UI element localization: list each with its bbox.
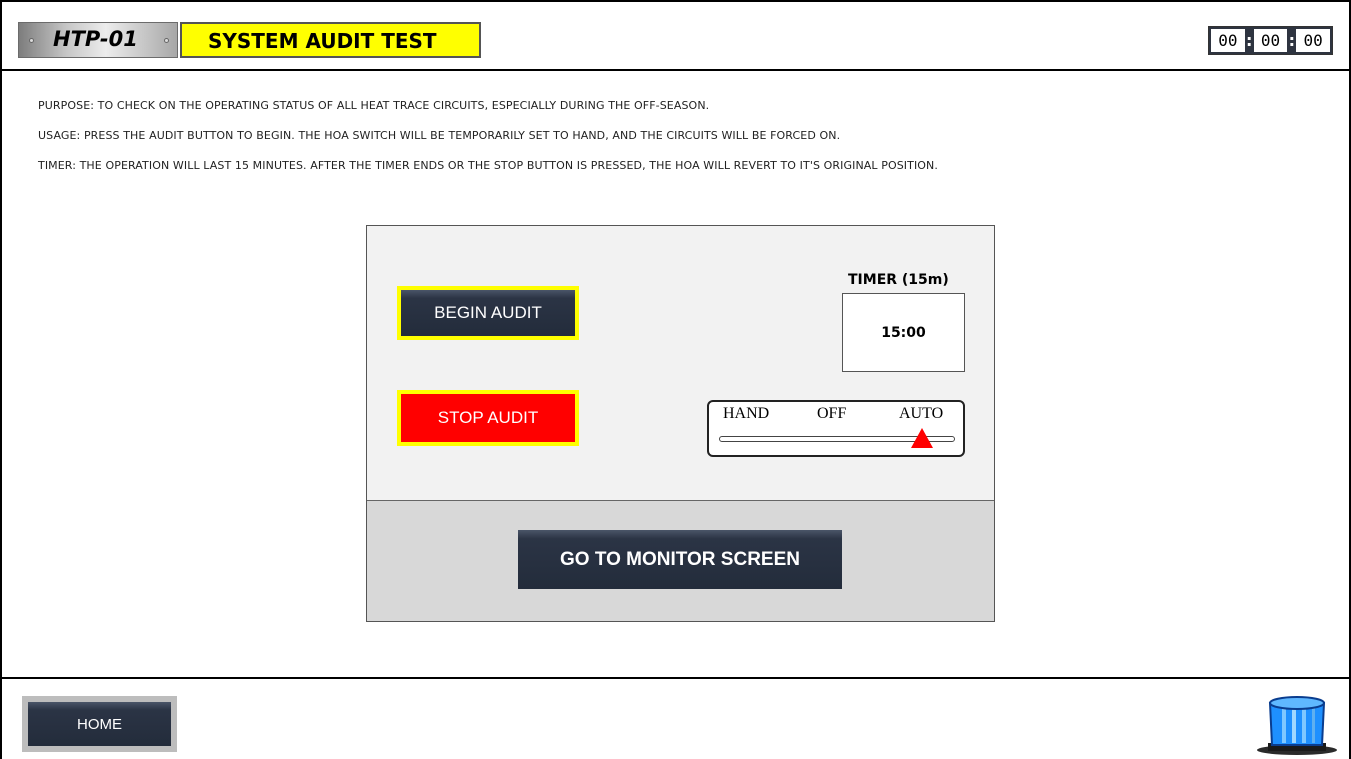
clock-minutes: 00 (1253, 29, 1288, 52)
device-tag: HTP-01 (18, 22, 178, 58)
hoa-off-label: OFF (817, 405, 847, 422)
footer-divider (0, 677, 1351, 679)
clock-separator-icon: : (1288, 31, 1296, 50)
hoa-switch[interactable]: HAND OFF AUTO (707, 400, 965, 457)
timer-value: 15:00 (842, 293, 965, 372)
stop-audit-button[interactable]: STOP AUDIT (401, 394, 575, 442)
header-bar: HTP-01 SYSTEM AUDIT TEST 00 : 00 : 00 (0, 0, 1351, 71)
go-to-monitor-button[interactable]: GO TO MONITOR SCREEN (518, 530, 842, 589)
screen-title-label: SYSTEM AUDIT TEST (208, 29, 437, 53)
home-button[interactable]: HOME (28, 702, 171, 746)
device-tag-label: HTP-01 (53, 27, 138, 51)
hoa-auto-label: AUTO (899, 405, 944, 422)
tag-dot-right-icon (164, 38, 169, 43)
clock-separator-icon: : (1245, 31, 1253, 50)
blue-beacon-icon (1257, 696, 1337, 755)
timer-label: TIMER (15m) (848, 272, 949, 288)
purpose-text: PURPOSE: TO CHECK ON THE OPERATING STATU… (38, 99, 710, 112)
timer-text: TIMER: THE OPERATION WILL LAST 15 MINUTE… (38, 159, 938, 172)
begin-audit-button[interactable]: BEGIN AUDIT (401, 290, 575, 336)
clock-display: 00 : 00 : 00 (1208, 26, 1333, 55)
home-button-frame: HOME (22, 696, 177, 752)
usage-text: USAGE: PRESS THE AUDIT BUTTON TO BEGIN. … (38, 129, 841, 142)
stop-audit-frame: STOP AUDIT (397, 390, 579, 446)
hoa-position-marker-icon[interactable] (911, 428, 933, 448)
hoa-hand-label: HAND (723, 405, 770, 422)
tag-dot-left-icon (29, 38, 34, 43)
clock-hours: 00 (1211, 29, 1245, 52)
clock-seconds: 00 (1296, 29, 1330, 52)
screen-title: SYSTEM AUDIT TEST (180, 22, 481, 58)
begin-audit-frame: BEGIN AUDIT (397, 286, 579, 340)
